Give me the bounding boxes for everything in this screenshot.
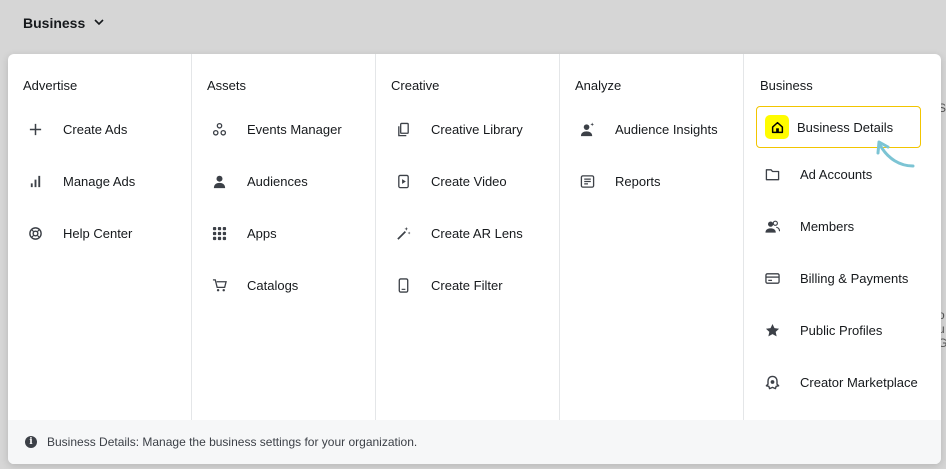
column-title: Advertise: [23, 78, 78, 93]
menu-item-audiences[interactable]: Audiences: [207, 165, 375, 197]
menu-item-label: Catalogs: [247, 277, 299, 293]
nodes-icon: [211, 121, 227, 137]
business-switcher[interactable]: Business: [23, 15, 105, 31]
plus-icon: [27, 121, 43, 137]
cart-icon: [211, 277, 227, 293]
person-icon: [211, 173, 227, 189]
menu-item-label: Audience Insights: [615, 121, 718, 137]
menu-item-help-center[interactable]: Help Center: [23, 217, 191, 249]
menu-item-members[interactable]: Members: [760, 210, 941, 242]
menu-item-label: Create Ads: [63, 121, 128, 137]
menu-item-label: Audiences: [247, 173, 308, 189]
menu-item-label: Reports: [615, 173, 661, 189]
column-creative: Creative Creative Library Create Video C…: [376, 54, 560, 420]
menu-item-label: Apps: [247, 225, 277, 241]
card-icon: [764, 270, 780, 286]
menu-item-label: Billing & Payments: [800, 270, 909, 286]
menu-item-create-filter[interactable]: Create Filter: [391, 269, 559, 301]
column-title: Business: [760, 78, 813, 93]
menu-item-creative-library[interactable]: Creative Library: [391, 113, 559, 145]
menu-item-label: Creator Marketplace: [800, 374, 918, 390]
pointer-arrow-icon: [876, 140, 915, 168]
phone-icon: [395, 277, 411, 293]
menu-item-label: Create Video: [431, 173, 507, 189]
menu-item-label: Public Profiles: [800, 322, 883, 338]
menu-item-label: Help Center: [63, 225, 133, 241]
folder-icon: [764, 166, 780, 182]
business-menu-dropdown: Advertise Create Ads Manage Ads Help Cen…: [8, 54, 941, 464]
menu-item-apps[interactable]: Apps: [207, 217, 375, 249]
menu-item-creator-marketplace[interactable]: Creator Marketplace: [760, 366, 941, 398]
column-title: Analyze: [575, 78, 622, 93]
copy-icon: [395, 121, 411, 137]
menu-item-label: Ad Accounts: [800, 166, 873, 182]
menu-item-label: Create Filter: [431, 277, 503, 293]
info-icon: i: [25, 436, 37, 448]
menu-item-public-profiles[interactable]: Public Profiles: [760, 314, 941, 346]
menu-item-label: Members: [800, 218, 855, 234]
menu-item-reports[interactable]: Reports: [575, 165, 743, 197]
video-icon: [395, 173, 411, 189]
menu-item-label: Create AR Lens: [431, 225, 523, 241]
column-title: Creative: [391, 78, 440, 93]
footer-description: Business Details: Manage the business se…: [47, 435, 418, 449]
column-advertise: Advertise Create Ads Manage Ads Help Cen…: [8, 54, 192, 420]
menu-item-label: Creative Library: [431, 121, 523, 137]
menu-item-manage-ads[interactable]: Manage Ads: [23, 165, 191, 197]
menu-item-billing-payments[interactable]: Billing & Payments: [760, 262, 941, 294]
grid-icon: [211, 225, 227, 241]
menu-item-create-ar-lens[interactable]: Create AR Lens: [391, 217, 559, 249]
column-analyze: Analyze Audience Insights Reports: [560, 54, 744, 420]
column-assets: Assets Events Manager Audiences Apps Cat…: [192, 54, 376, 420]
members-icon: [764, 218, 780, 234]
home-icon: [765, 115, 789, 139]
business-switcher-label: Business: [23, 15, 86, 31]
menu-footer: i Business Details: Manage the business …: [8, 420, 941, 464]
lifebuoy-icon: [27, 225, 43, 241]
ghost-icon: [764, 374, 780, 390]
person-sparkle-icon: [579, 121, 595, 137]
menu-item-create-ads[interactable]: Create Ads: [23, 113, 191, 145]
menu-item-audience-insights[interactable]: Audience Insights: [575, 113, 743, 145]
bar-chart-icon: [27, 173, 43, 189]
column-title: Assets: [207, 78, 247, 93]
star-icon: [764, 322, 780, 338]
menu-item-label: Manage Ads: [63, 173, 136, 189]
column-business: Business Business Details Ad Accounts Me…: [744, 54, 941, 420]
menu-item-catalogs[interactable]: Catalogs: [207, 269, 375, 301]
magic-wand-icon: [395, 225, 411, 241]
top-bar: Business: [0, 0, 946, 48]
chevron-down-icon: [93, 15, 105, 31]
menu-item-events-manager[interactable]: Events Manager: [207, 113, 375, 145]
report-icon: [579, 173, 595, 189]
menu-item-label: Events Manager: [247, 121, 342, 137]
menu-item-create-video[interactable]: Create Video: [391, 165, 559, 197]
